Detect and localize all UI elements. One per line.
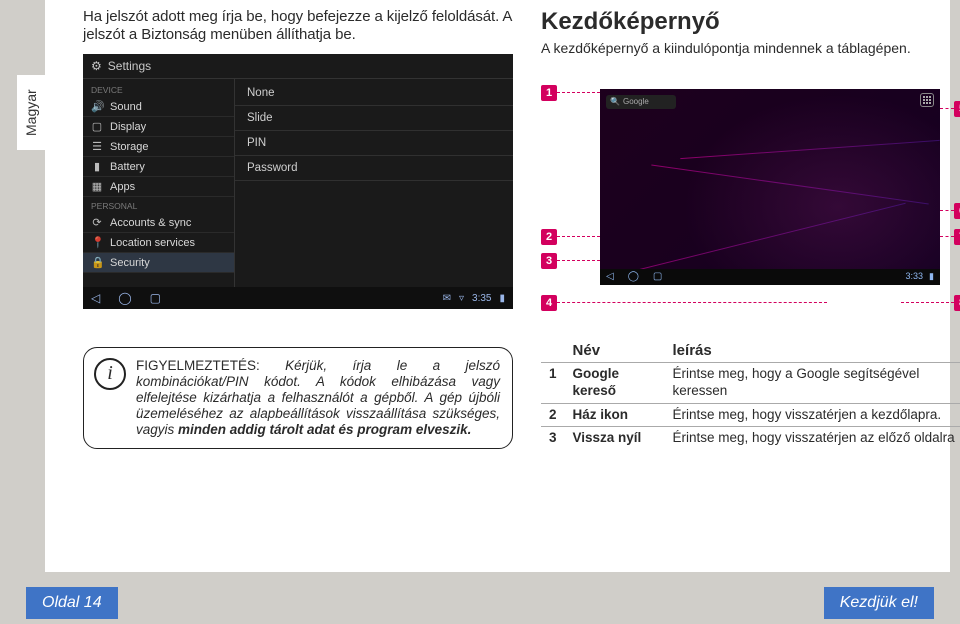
- intro-text: Ha jelszót adott meg írja be, hogy befej…: [83, 8, 513, 44]
- section-heading: Kezdőképernyő: [541, 8, 960, 36]
- callout-2: 2: [541, 229, 557, 245]
- home-screenshot-wrap: 🔍 Google ◁ ◯ ▢ 3:33 ▮: [541, 73, 960, 303]
- apps-drawer-icon[interactable]: [920, 93, 934, 107]
- callout-8: 8: [954, 295, 960, 311]
- home-navbar: ◁ ◯ ▢ 3:33 ▮: [600, 269, 940, 285]
- page-body: Ha jelszót adott meg írja be, hogy befej…: [45, 0, 950, 572]
- battery-status-icon: ▮: [929, 271, 934, 282]
- callout-key-table: Név leírás 1 Google kereső Érintse meg, …: [541, 339, 960, 451]
- th-name: Név: [565, 339, 665, 363]
- settings-icon: ⚙: [91, 59, 102, 73]
- settings-screenshot: ⚙ Settings DEVICE 🔊Sound ▢Display ☰Stora…: [83, 54, 513, 309]
- section-subtext: A kezdőképernyő a kiindulópontja mindenn…: [541, 40, 960, 57]
- sidebar-item-location[interactable]: 📍Location services: [83, 233, 234, 253]
- section-personal: PERSONAL: [83, 197, 234, 213]
- home-clock: 3:33: [906, 271, 924, 282]
- warning-box: i FIGYELMEZTETÉS: Kérjük, írja le a jels…: [83, 347, 513, 449]
- back-icon[interactable]: ◁: [606, 271, 614, 282]
- recent-icon[interactable]: ▢: [653, 271, 662, 282]
- option-pin[interactable]: PIN: [235, 131, 513, 156]
- home-icon[interactable]: ◯: [118, 291, 131, 305]
- callout-7: 7: [954, 229, 960, 245]
- search-icon: 🔍: [610, 97, 620, 106]
- th-desc: leírás: [665, 339, 960, 363]
- settings-header: ⚙ Settings: [83, 54, 513, 79]
- apps-icon: ▦: [91, 180, 103, 193]
- clock: 3:35: [472, 293, 491, 304]
- display-icon: ▢: [91, 120, 103, 133]
- sidebar-item-display[interactable]: ▢Display: [83, 117, 234, 137]
- download-status-icon: ▿: [459, 293, 464, 304]
- sidebar-item-accounts[interactable]: ⟳Accounts & sync: [83, 213, 234, 233]
- info-icon: i: [94, 358, 126, 390]
- mail-status-icon: ✉: [443, 293, 451, 304]
- footer-chapter: Kezdjük el!: [824, 587, 934, 619]
- table-row: 1 Google kereső Érintse meg, hogy a Goog…: [541, 362, 960, 403]
- sidebar-item-sound[interactable]: 🔊Sound: [83, 97, 234, 117]
- home-icon[interactable]: ◯: [628, 271, 639, 282]
- sidebar-item-security[interactable]: 🔒Security: [83, 253, 234, 273]
- callout-5: 5: [954, 101, 960, 117]
- sidebar-item-battery[interactable]: ▮Battery: [83, 157, 234, 177]
- option-password[interactable]: Password: [235, 156, 513, 181]
- sidebar-item-apps[interactable]: ▦Apps: [83, 177, 234, 197]
- location-icon: 📍: [91, 236, 103, 249]
- page-footer: Oldal 14 Kezdjük el!: [0, 582, 960, 624]
- table-row: 2 Ház ikon Érintse meg, hogy visszatérje…: [541, 403, 960, 427]
- sound-icon: 🔊: [91, 100, 103, 113]
- table-row: 3 Vissza nyíl Érintse meg, hogy visszaté…: [541, 427, 960, 450]
- sidebar-item-storage[interactable]: ☰Storage: [83, 137, 234, 157]
- option-slide[interactable]: Slide: [235, 106, 513, 131]
- storage-icon: ☰: [91, 140, 103, 153]
- callout-3: 3: [541, 253, 557, 269]
- language-tab: Magyar: [17, 75, 45, 150]
- callout-4: 4: [541, 295, 557, 311]
- back-icon[interactable]: ◁: [91, 291, 100, 305]
- battery-icon: ▮: [91, 160, 103, 173]
- lock-icon: 🔒: [91, 256, 103, 269]
- android-navbar: ◁ ◯ ▢ ✉ ▿ 3:35 ▮: [83, 287, 513, 309]
- battery-status-icon: ▮: [499, 293, 505, 304]
- search-label: Google: [623, 97, 649, 106]
- option-none[interactable]: None: [235, 81, 513, 106]
- warning-label: FIGYELMEZTETÉS:: [136, 358, 260, 373]
- google-search-widget[interactable]: 🔍 Google: [606, 95, 676, 109]
- warning-bold: minden addig tárolt adat és program elve…: [178, 422, 471, 437]
- footer-page: Oldal 14: [26, 587, 118, 619]
- callout-6: 6: [954, 203, 960, 219]
- section-device: DEVICE: [83, 81, 234, 97]
- settings-title: Settings: [108, 59, 151, 73]
- sync-icon: ⟳: [91, 216, 103, 229]
- recent-icon[interactable]: ▢: [150, 291, 161, 305]
- home-screenshot: 🔍 Google ◁ ◯ ▢ 3:33 ▮: [600, 89, 940, 285]
- callout-1: 1: [541, 85, 557, 101]
